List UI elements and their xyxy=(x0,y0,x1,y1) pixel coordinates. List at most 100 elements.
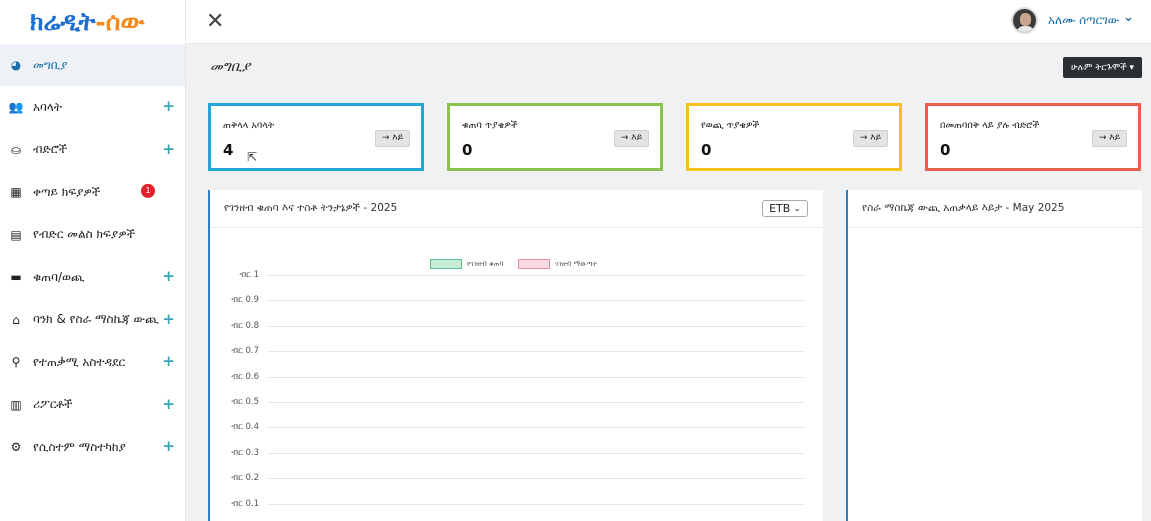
expand-plus-icon[interactable]: + xyxy=(162,310,175,328)
expand-plus-icon[interactable]: + xyxy=(162,395,175,413)
legend-item[interactable]: ገንዘብ ማውጣት xyxy=(518,259,597,269)
expand-plus-icon[interactable]: + xyxy=(162,267,175,285)
gridline xyxy=(267,478,805,480)
username[interactable]: አለሙ ሰጣርገው xyxy=(1048,13,1119,28)
sidebar-item[interactable]: ⚲ የተጠቃሚ አስተዳደር + xyxy=(0,341,185,384)
all-translations-label: ሁሉም ትርጉሞች xyxy=(1070,62,1127,73)
sidebar-item[interactable]: ▥ ሪፖርቶች + xyxy=(0,384,185,427)
brand-sep: - xyxy=(95,7,106,37)
y-gridline: ብር 1 xyxy=(210,270,805,280)
gridline xyxy=(267,452,805,454)
summary-panel-header: የስራ ማስኬጃ ውጪ አጠቃላይ እይታ - May 2025 xyxy=(848,190,1142,228)
sidebar-item-label: የተጠቃሚ አስተዳደር xyxy=(33,354,126,369)
y-tick-label: ብር 0.4 xyxy=(231,422,259,433)
legend-swatch xyxy=(430,259,462,269)
stat-card: የወጪ ጥያቄዎች 0 → እይ xyxy=(686,103,902,171)
sidebar-item[interactable]: ⛀ ብድሮች + xyxy=(0,129,185,172)
y-gridline: ብር 0.7 xyxy=(210,346,805,356)
bar-chart-icon: ▥ xyxy=(10,397,22,412)
y-gridline: ብር 0.9 xyxy=(210,295,805,305)
view-button[interactable]: → እይ xyxy=(375,130,410,147)
stat-card-label: ቁጠባ ጥያቄዎች xyxy=(462,120,518,131)
expand-plus-icon[interactable]: + xyxy=(162,97,175,115)
y-tick-label: ብር 0.2 xyxy=(231,473,259,484)
expand-plus-icon[interactable]: + xyxy=(162,140,175,158)
stat-card-label: በመጠባበቅ ላይ ያሉ ብድሮች xyxy=(940,120,1040,131)
users-icon: 👥 xyxy=(8,100,24,115)
sidebar-item[interactable]: ⌂ ባንክ & የስራ ማስኬጃ ውጪ + xyxy=(0,299,185,342)
wallet-icon: ▬ xyxy=(10,270,22,285)
stat-card: ጠቅላላ አባላት 4 → እይ xyxy=(208,103,424,171)
stat-card-value: 0 xyxy=(462,141,473,159)
currency-select-value: ETB xyxy=(769,202,791,215)
y-tick-label: ብር 0.8 xyxy=(231,320,259,331)
y-gridline: ብር 0.2 xyxy=(210,473,805,483)
y-tick-label: ብር 0.5 xyxy=(231,397,259,407)
y-gridline: ብር 0.1 xyxy=(210,499,805,509)
chevron-down-icon: ⌄ xyxy=(793,203,801,214)
currency-select[interactable]: ETB ⌄ xyxy=(762,200,808,217)
brand-logo[interactable]: ክሬዲት - ሰው xyxy=(0,0,185,44)
avatar[interactable] xyxy=(1011,7,1038,34)
sidebar-item-label: የብድር መልስ ክፍያዎች xyxy=(33,227,136,242)
sidebar-item[interactable]: ▤ የብድር መልስ ክፍያዎች xyxy=(0,214,185,257)
notification-badge: 1 xyxy=(141,184,155,199)
brand-part2: ሰው xyxy=(105,7,145,36)
caret-down-icon: ▾ xyxy=(1129,62,1135,73)
sidebar-item-label: ባንክ & የስራ ማስኬጃ ውጪ xyxy=(33,312,159,327)
expand-plus-icon[interactable]: + xyxy=(162,352,175,370)
sidebar-item[interactable]: 👥 አባላት + xyxy=(0,86,185,129)
y-gridline: ብር 0.3 xyxy=(210,448,805,458)
user-icon: ⚲ xyxy=(11,355,21,370)
stat-card-label: የወጪ ጥያቄዎች xyxy=(701,120,760,131)
legend-swatch xyxy=(518,259,550,269)
chart-panel-title: የገንዘብ ቁጠባ እና ተስቶ ትንታኔዎች - 2025 xyxy=(224,202,398,214)
dashboard-icon: ◕ xyxy=(10,58,22,72)
sidebar-item-label: ሪፖርቶች xyxy=(33,397,73,412)
sidebar-item[interactable]: ◕ መግቢያ xyxy=(0,44,185,86)
sidebar-item[interactable]: ▦ ቀጣይ ክፍያዎች 1 xyxy=(0,171,185,214)
sidebar-item-label: ቁጠባ/ወጪ xyxy=(33,269,85,284)
receipt-icon: ▤ xyxy=(10,227,22,242)
calendar-icon: ▦ xyxy=(10,185,22,200)
sidebar-item-label: ብድሮች xyxy=(33,142,68,157)
view-button[interactable]: → እይ xyxy=(1092,130,1127,147)
stat-card: ቁጠባ ጥያቄዎች 0 → እይ xyxy=(447,103,663,171)
brand-part1: ክሬዲት xyxy=(30,7,96,36)
page-title: መግቢያ xyxy=(210,59,251,75)
gridline xyxy=(267,503,805,505)
all-translations-button[interactable]: ሁሉም ትርጉሞች ▾ xyxy=(1063,57,1142,78)
sidebar-item[interactable]: ⚙ የሲስተም ማስተካከያ + xyxy=(0,426,185,469)
stat-card-value: 0 xyxy=(940,141,951,159)
legend-label: ገንዘብ ማውጣት xyxy=(555,259,598,268)
y-tick-label: ብር 0.9 xyxy=(231,295,259,306)
expense-summary-panel: የስራ ማስኬጃ ውጪ አጠቃላይ እይታ - May 2025 xyxy=(846,190,1142,521)
sidebar-item-label: አባላት xyxy=(33,99,62,114)
legend-label: የገንዘብ ቁጠባ xyxy=(467,259,504,268)
gridline xyxy=(267,300,805,302)
stat-card: በመጠባበቅ ላይ ያሉ ብድሮች 0 → እይ xyxy=(925,103,1141,171)
sidebar-item[interactable]: ▬ ቁጠባ/ወጪ + xyxy=(0,256,185,299)
expand-plus-icon[interactable]: + xyxy=(162,437,175,455)
legend-item[interactable]: የገንዘብ ቁጠባ xyxy=(430,259,503,269)
gridline xyxy=(267,275,805,276)
stat-card-label: ጠቅላላ አባላት xyxy=(223,120,275,131)
gridline xyxy=(267,325,805,327)
gridline xyxy=(267,427,805,429)
chevron-down-icon[interactable]: ⌄ xyxy=(1123,10,1134,25)
y-gridline: ብር 0.4 xyxy=(210,422,805,432)
gear-icon: ⚙ xyxy=(10,440,22,455)
y-gridline: ብር 0.6 xyxy=(210,372,805,382)
sidebar-item-label: ቀጣይ ክፍያዎች xyxy=(33,184,101,199)
y-tick-label: ብር 1 xyxy=(239,270,259,280)
y-tick-label: ብር 0.1 xyxy=(231,498,259,509)
y-gridline: ብር 0.5 xyxy=(210,397,805,407)
y-gridline: ብር 0.8 xyxy=(210,321,805,331)
mouse-cursor-icon: ⇱ xyxy=(247,150,258,164)
view-button[interactable]: → እይ xyxy=(853,130,888,147)
y-tick-label: ብር 0.7 xyxy=(231,346,259,357)
summary-panel-title: የስራ ማስኬጃ ውጪ አጠቃላይ እይታ - May 2025 xyxy=(862,202,1065,214)
view-button[interactable]: → እይ xyxy=(614,130,649,147)
stat-card-value: 0 xyxy=(701,141,712,159)
close-icon[interactable]: ✕ xyxy=(206,9,224,34)
